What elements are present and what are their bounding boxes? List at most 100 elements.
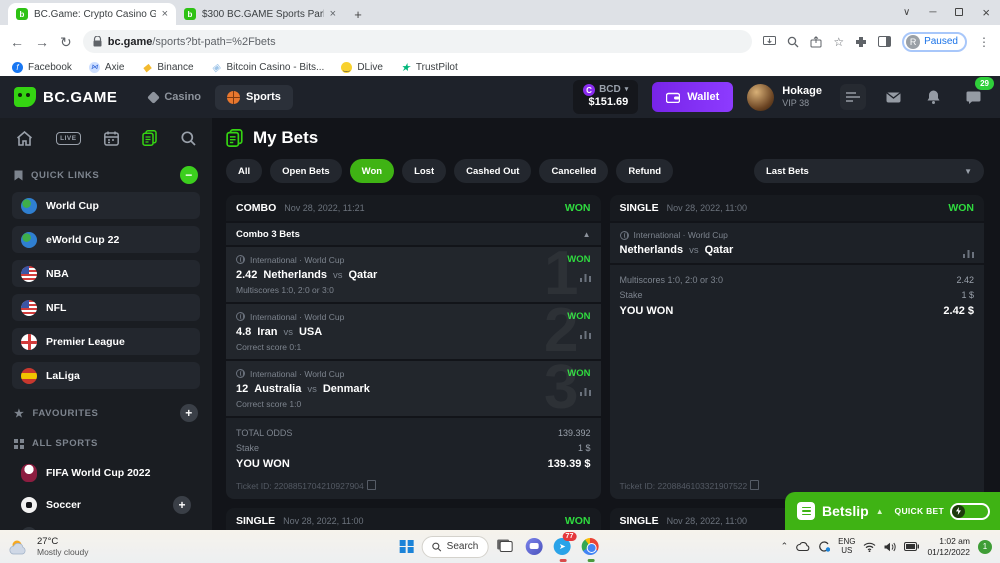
nav-casino[interactable]: Casino (149, 91, 201, 103)
tray-expand-icon[interactable]: ⌃ (781, 541, 789, 552)
filter-cancelled[interactable]: Cancelled (539, 159, 608, 183)
stats-icon[interactable] (963, 249, 974, 258)
search-icon[interactable] (181, 131, 196, 146)
currency-selector[interactable]: CBCD▾ $151.69 (573, 80, 638, 113)
combo-group-row[interactable]: Combo 3 Bets ▲ (226, 223, 601, 245)
browser-tab-2[interactable]: b $300 BC.GAME Sports Parlays Ch × (176, 3, 344, 25)
chat-icon[interactable]: 29 (960, 84, 986, 110)
live-icon[interactable]: LIVE (56, 132, 80, 145)
binance-icon: ◆ (141, 62, 152, 73)
nav-sports[interactable]: Sports (215, 85, 293, 110)
casino-icon (147, 91, 160, 104)
task-view-button[interactable] (496, 535, 516, 559)
expand-soccer-button[interactable]: + (173, 496, 191, 514)
teams-chat-button[interactable] (524, 535, 544, 559)
wifi-icon[interactable] (863, 542, 876, 552)
clock[interactable]: 1:02 am 01/12/2022 (927, 536, 970, 557)
taskbar-search[interactable]: Search (422, 536, 489, 558)
window-menu-icon[interactable]: ∨ (903, 7, 910, 18)
minimize-icon[interactable]: ─ (929, 7, 936, 18)
trustpilot-icon: ★ (400, 62, 411, 73)
profile-button[interactable]: R Paused (902, 32, 967, 52)
bookmark-bitcoin-casino[interactable]: ◈Bitcoin Casino - Bits... (211, 62, 325, 73)
sidebar-item-nfl[interactable]: NFL (12, 294, 200, 321)
notifications-bell-icon[interactable] (920, 84, 946, 110)
user-profile[interactable]: Hokage VIP 38 (747, 84, 822, 111)
collapse-quick-links-button[interactable]: − (180, 166, 198, 184)
sort-dropdown[interactable]: Last Bets ▼ (754, 159, 984, 183)
start-button[interactable] (400, 540, 414, 554)
stats-icon[interactable] (580, 330, 591, 339)
onedrive-icon[interactable] (796, 542, 810, 551)
sidebar-item-premier-league[interactable]: Premier League (12, 328, 200, 355)
copy-icon[interactable] (369, 482, 376, 490)
weather-widget[interactable]: 27°C Mostly cloudy (8, 530, 89, 563)
combo-leg-3[interactable]: 3 International · World CupWON 12Austral… (226, 361, 601, 416)
tab-close-icon[interactable]: × (162, 9, 168, 20)
bookmark-trustpilot[interactable]: ★TrustPilot (400, 62, 458, 73)
my-bets-title-icon (226, 129, 244, 147)
language-indicator[interactable]: ENGUS (838, 538, 855, 556)
new-tab-button[interactable]: + (350, 6, 366, 22)
forward-icon[interactable]: → (35, 35, 49, 49)
collapse-icon[interactable]: ▲ (583, 230, 591, 239)
home-team: Netherlands (620, 244, 684, 256)
stats-icon[interactable] (580, 387, 591, 396)
filter-cashed-out[interactable]: Cashed Out (454, 159, 531, 183)
transactions-icon[interactable] (840, 84, 866, 110)
sync-icon[interactable] (818, 541, 830, 552)
sidebar-item-laliga[interactable]: LaLiga (12, 362, 200, 389)
my-bets-icon[interactable] (142, 130, 158, 146)
single-leg[interactable]: International · World Cup NetherlandsvsQ… (610, 223, 985, 263)
inbox-icon[interactable] (880, 84, 906, 110)
sidebar-item-world-cup[interactable]: World Cup (12, 192, 200, 219)
close-icon[interactable]: × (982, 5, 990, 20)
betslip-icon (797, 502, 815, 520)
browser-menu-icon[interactable]: ⋮ (978, 35, 990, 49)
sidebar-item-eworld-cup[interactable]: eWorld Cup 22 (12, 226, 200, 253)
notification-count-badge[interactable]: 1 (978, 540, 992, 554)
bookmark-star-icon[interactable]: ☆ (833, 35, 844, 49)
filter-lost[interactable]: Lost (402, 159, 446, 183)
calendar-icon[interactable] (104, 131, 119, 146)
sidebar-item-nba[interactable]: NBA (12, 260, 200, 287)
volume-icon[interactable] (884, 542, 896, 552)
reload-icon[interactable]: ↻ (60, 35, 72, 49)
quick-bet-toggle[interactable] (950, 503, 990, 520)
filter-all[interactable]: All (226, 159, 262, 183)
page-title-row: My Bets (226, 128, 984, 148)
chrome-button[interactable] (580, 535, 600, 559)
battery-icon[interactable] (904, 542, 919, 551)
filter-open-bets[interactable]: Open Bets (270, 159, 342, 183)
betslip-button[interactable]: Betslip ▲ QUICK BET (785, 492, 1000, 530)
user-name: Hokage (782, 85, 822, 99)
add-favourite-button[interactable]: + (180, 404, 198, 422)
bookmark-facebook[interactable]: fFacebook (12, 62, 72, 73)
bcgame-logo[interactable]: BC.GAME (14, 87, 117, 107)
tab-close-icon[interactable]: × (330, 9, 336, 20)
bookmark-dlive[interactable]: ‿DLive (341, 62, 383, 73)
side-panel-icon[interactable] (878, 36, 891, 47)
combo-leg-2[interactable]: 2 International · World CupWON 4.8Iranvs… (226, 304, 601, 359)
browser-tab-1[interactable]: b BC.Game: Crypto Casino Games × (8, 3, 176, 25)
share-icon[interactable] (810, 36, 822, 48)
bookmark-axie[interactable]: ⋈Axie (89, 62, 124, 73)
sidebar-item-soccer[interactable]: Soccer+ (12, 489, 200, 521)
address-bar[interactable]: bc.game/sports?bt-path=%2Fbets (83, 30, 753, 53)
bookmark-binance[interactable]: ◆Binance (141, 62, 193, 73)
extensions-icon[interactable] (855, 36, 867, 48)
sidebar-item-fifa-world-cup[interactable]: FIFA World Cup 2022 (12, 457, 200, 489)
copy-icon[interactable] (752, 482, 759, 490)
telegram-button[interactable]: ➤ 77 (552, 535, 572, 559)
filter-refund[interactable]: Refund (616, 159, 673, 183)
stats-icon[interactable] (580, 273, 591, 282)
install-icon[interactable] (763, 36, 776, 48)
home-icon[interactable] (16, 131, 33, 146)
ticket-id-row: Ticket ID: 2208851704210927904 (236, 473, 591, 491)
filter-won[interactable]: Won (350, 159, 394, 183)
combo-leg-1[interactable]: 1 International · World CupWON 2.42Nethe… (226, 247, 601, 302)
maximize-icon[interactable] (955, 8, 963, 16)
wallet-button[interactable]: Wallet (652, 82, 733, 112)
back-icon[interactable]: ← (10, 35, 24, 49)
zoom-icon[interactable] (787, 36, 799, 48)
